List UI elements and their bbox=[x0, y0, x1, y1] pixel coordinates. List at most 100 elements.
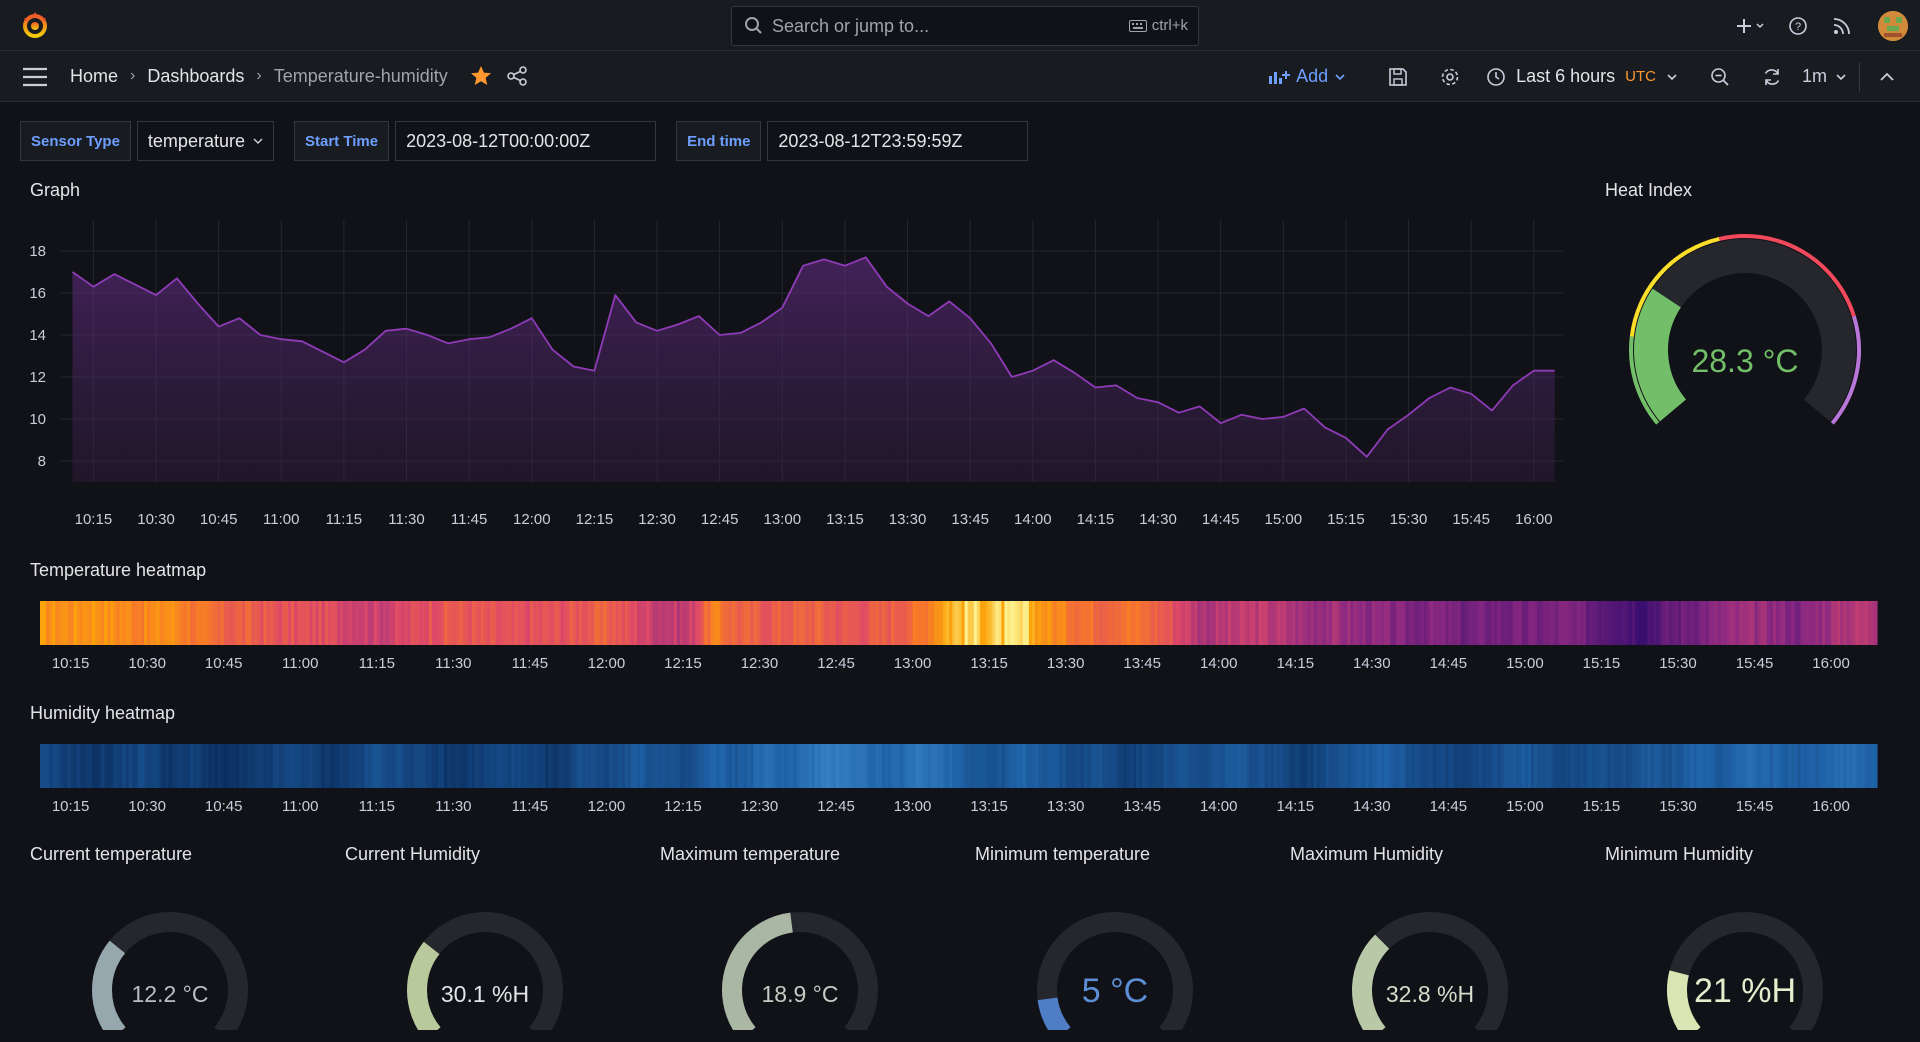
menu-icon[interactable] bbox=[22, 66, 48, 88]
rss-icon bbox=[1833, 17, 1850, 34]
breadcrumb-dashboards[interactable]: Dashboards bbox=[147, 66, 244, 87]
x-tick-label: 11:15 bbox=[326, 511, 362, 528]
x-tick-label: 10:45 bbox=[205, 798, 243, 815]
graph-panel-title[interactable]: Graph bbox=[30, 180, 80, 201]
share-icon[interactable] bbox=[506, 65, 528, 87]
temperature-heatmap-title[interactable]: Temperature heatmap bbox=[30, 560, 206, 581]
stat-gauge-title[interactable]: Minimum temperature bbox=[975, 844, 1150, 865]
x-tick-label: 14:00 bbox=[1200, 798, 1238, 815]
x-tick-label: 11:45 bbox=[512, 655, 548, 672]
sensor-type-select[interactable]: temperature bbox=[136, 121, 274, 161]
x-tick-label: 15:00 bbox=[1265, 511, 1303, 528]
user-avatar[interactable] bbox=[1878, 10, 1908, 41]
new-menu-button[interactable] bbox=[1726, 8, 1776, 44]
search-input[interactable]: Search or jump to... ctrl+k bbox=[731, 6, 1199, 46]
stat-gauge-title[interactable]: Current temperature bbox=[30, 844, 192, 865]
zoom-out-icon[interactable] bbox=[1709, 66, 1731, 88]
x-tick-label: 15:30 bbox=[1659, 798, 1697, 815]
time-range-label: Last 6 hours bbox=[1516, 66, 1616, 86]
variables-bar: Sensor Type temperature Start Time 2023-… bbox=[20, 121, 1029, 161]
help-button[interactable]: ? bbox=[1776, 8, 1820, 44]
x-tick-label: 12:45 bbox=[817, 798, 855, 815]
gauge-value-arc bbox=[1667, 970, 1701, 1030]
heatmap-cell bbox=[1873, 601, 1878, 645]
y-tick-label: 18 bbox=[29, 243, 46, 260]
stat-gauges-row: Current temperature 12.2 °C Current Humidi… bbox=[0, 840, 1920, 1040]
search-icon bbox=[745, 17, 762, 34]
x-tick-label: 12:45 bbox=[701, 511, 739, 528]
gauge-track bbox=[1634, 239, 1856, 422]
gauge-track bbox=[1352, 912, 1508, 1030]
series-area bbox=[72, 257, 1555, 482]
x-tick-label: 14:30 bbox=[1353, 798, 1391, 815]
stat-gauge-title[interactable]: Maximum temperature bbox=[660, 844, 840, 865]
stat-gauge: 5 °C bbox=[1037, 912, 1193, 1030]
refresh-interval-picker[interactable]: 1m bbox=[1802, 59, 1847, 95]
help-icon: ? bbox=[1789, 16, 1807, 35]
x-tick-label: 13:45 bbox=[951, 511, 989, 528]
chevron-down-icon bbox=[1667, 73, 1677, 80]
x-tick-label: 10:30 bbox=[128, 798, 166, 815]
x-tick-label: 13:15 bbox=[826, 511, 864, 528]
top-bar: Search or jump to... ctrl+k ? bbox=[0, 0, 1920, 51]
x-tick-label: 14:15 bbox=[1077, 511, 1115, 528]
x-tick-label: 14:45 bbox=[1430, 655, 1468, 672]
time-range-picker[interactable]: Last 6 hours UTC bbox=[1486, 66, 1678, 87]
humidity-heatmap-title[interactable]: Humidity heatmap bbox=[30, 703, 175, 724]
chevron-up-icon[interactable] bbox=[1876, 66, 1898, 88]
refresh-interval-label: 1m bbox=[1801, 66, 1827, 86]
heat-index-value: 28.3 °C bbox=[1691, 343, 1798, 379]
x-tick-label: 13:30 bbox=[1047, 655, 1085, 672]
search-shortcut-label: ctrl+k bbox=[1151, 17, 1188, 34]
refresh-icon[interactable] bbox=[1761, 66, 1783, 88]
gauge-track bbox=[92, 912, 248, 1030]
save-icon[interactable] bbox=[1387, 66, 1409, 88]
plus-icon bbox=[1737, 18, 1764, 33]
stat-gauge: 32.8 %H bbox=[1352, 912, 1508, 1030]
breadcrumb-current[interactable]: Temperature-humidity bbox=[274, 66, 448, 87]
x-tick-label: 10:30 bbox=[128, 655, 166, 672]
stat-gauge-title[interactable]: Current Humidity bbox=[345, 844, 480, 865]
x-tick-label: 10:45 bbox=[200, 511, 238, 528]
star-icon[interactable] bbox=[470, 65, 492, 87]
y-tick-label: 14 bbox=[29, 327, 46, 344]
time-series-graph[interactable]: 8 10 12 14 16 18 10:15 10:30 10:45 11:00 11:15 11:3… bbox=[0, 210, 1580, 540]
x-tick-label: 16:00 bbox=[1515, 511, 1553, 528]
heat-index-panel-title[interactable]: Heat Index bbox=[1605, 180, 1692, 201]
gauge-value-arc bbox=[1352, 934, 1390, 1030]
x-tick-label: 12:30 bbox=[741, 655, 779, 672]
stat-gauge-title[interactable]: Minimum Humidity bbox=[1605, 844, 1753, 865]
x-tick-label: 15:15 bbox=[1583, 655, 1621, 672]
y-tick-label: 12 bbox=[29, 369, 46, 386]
stat-gauge-title[interactable]: Maximum Humidity bbox=[1290, 844, 1443, 865]
x-tick-label: 11:45 bbox=[451, 511, 487, 528]
x-tick-label: 11:45 bbox=[512, 798, 548, 815]
start-time-input[interactable]: 2023-08-12T00:00:00Z bbox=[395, 121, 657, 161]
x-tick-label: 10:15 bbox=[75, 511, 113, 528]
breadcrumb-home[interactable]: Home bbox=[70, 66, 118, 87]
chevron-right-icon: › bbox=[256, 67, 262, 84]
x-tick-label: 16:00 bbox=[1812, 798, 1850, 815]
sensor-type-label: Sensor Type bbox=[20, 121, 131, 161]
x-tick-label: 10:15 bbox=[52, 655, 90, 672]
end-time-label: End time bbox=[676, 121, 762, 161]
news-button[interactable] bbox=[1820, 8, 1864, 44]
x-tick-label: 12:00 bbox=[513, 511, 551, 528]
add-button[interactable]: Add bbox=[1268, 66, 1346, 87]
settings-gear-icon[interactable] bbox=[1439, 66, 1461, 88]
clock-icon bbox=[1487, 67, 1505, 86]
temperature-heatmap[interactable]: 10:15 10:30 10:45 11:00 11:15 11:30 11:45 12:00… bbox=[0, 595, 1920, 675]
x-tick-label: 15:00 bbox=[1506, 798, 1544, 815]
stat-gauge: 21 %H bbox=[1667, 912, 1823, 1030]
end-time-input[interactable]: 2023-08-12T23:59:59Z bbox=[767, 121, 1029, 161]
x-tick-label: 11:30 bbox=[435, 655, 471, 672]
y-tick-label: 10 bbox=[29, 411, 46, 428]
x-tick-label: 13:00 bbox=[764, 511, 802, 528]
y-tick-label: 16 bbox=[29, 285, 46, 302]
add-button-label: Add bbox=[1296, 66, 1329, 86]
grafana-logo-icon[interactable] bbox=[20, 10, 50, 40]
humidity-heatmap[interactable]: 10:15 10:30 10:45 11:00 11:15 11:30 11:45 12:00… bbox=[0, 738, 1920, 818]
chevron-right-icon: › bbox=[130, 67, 136, 84]
end-time-value: 2023-08-12T23:59:59Z bbox=[778, 130, 963, 151]
svg-text:?: ? bbox=[1795, 21, 1801, 33]
